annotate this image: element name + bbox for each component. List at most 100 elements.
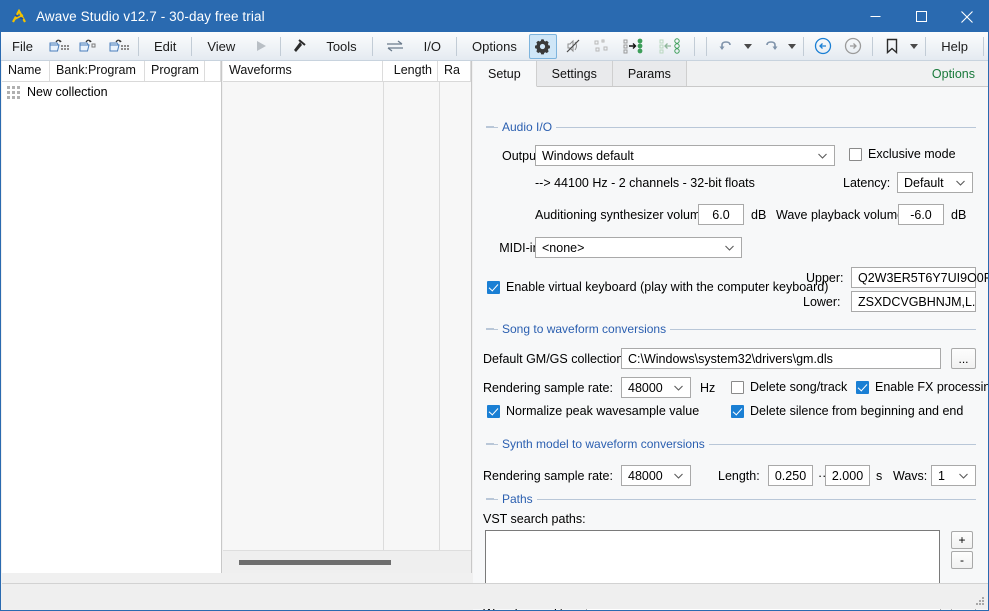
song-render-rate-value: 48000 <box>628 380 663 395</box>
wavs-select[interactable]: 1 <box>931 465 976 486</box>
column-divider <box>383 82 384 550</box>
redo-dropdown-caret-icon[interactable] <box>785 32 799 61</box>
add-vst-path-button[interactable]: + <box>951 531 973 549</box>
new-collection-icon[interactable] <box>74 32 104 61</box>
latency-value: Default <box>904 175 944 190</box>
play-icon[interactable] <box>246 32 276 61</box>
remove-vst-path-button[interactable]: - <box>951 551 973 569</box>
delete-song-track-label: Delete song/track <box>750 380 848 394</box>
open-collection-icon[interactable] <box>44 32 74 61</box>
menu-toolbar: File Edit View Tools I/O Options Help <box>1 32 988 61</box>
tree-item-label: New collection <box>27 85 108 99</box>
length-to-input[interactable]: 2.000 <box>825 465 870 486</box>
default-gmgs-label: Default GM/GS collection: <box>483 352 627 366</box>
lower-row-label: Lower: <box>803 295 841 309</box>
latency-select[interactable]: Default <box>897 172 973 193</box>
chevron-down-icon <box>818 153 827 159</box>
tab-params[interactable]: Params <box>612 61 687 86</box>
delete-silence-checkbox[interactable]: Delete silence from beginning and end <box>731 404 963 418</box>
undo-icon[interactable] <box>711 32 741 61</box>
close-button[interactable] <box>944 1 988 32</box>
horizontal-scrollbar[interactable] <box>223 550 471 573</box>
tab-setup[interactable]: Setup <box>473 61 537 87</box>
menu-tools[interactable]: Tools <box>315 32 367 61</box>
column-header-name[interactable]: Name <box>2 61 50 81</box>
midi-in-select[interactable]: <none> <box>535 237 742 258</box>
menu-io[interactable]: I/O <box>413 32 452 61</box>
select-sparse-icon[interactable] <box>588 32 618 61</box>
menu-file[interactable]: File <box>1 32 44 61</box>
waveform-list-body[interactable] <box>223 82 471 550</box>
exclusive-mode-checkbox[interactable]: Exclusive mode <box>849 147 956 161</box>
column-header-program[interactable]: Program <box>145 61 205 81</box>
group-dash <box>486 443 494 444</box>
toolbar-separator <box>693 36 695 56</box>
chevron-down-icon <box>725 245 734 251</box>
wave-playback-volume-unit: dB <box>951 208 967 222</box>
column-header-length[interactable]: Length <box>383 61 438 81</box>
redo-icon[interactable] <box>755 32 785 61</box>
synth-render-rate-label: Rendering sample rate: <box>483 469 613 483</box>
song-render-rate-label: Rendering sample rate: <box>483 381 613 395</box>
options-link[interactable]: Options <box>932 61 988 86</box>
wave-playback-volume-input[interactable]: -6.0 <box>898 204 944 225</box>
gear-icon[interactable] <box>528 33 557 59</box>
upper-row-input[interactable]: Q2W3ER5T6Y7UI9O0P <box>851 267 988 288</box>
chevron-down-icon <box>674 473 683 479</box>
auditioning-volume-label: Auditioning synthesizer volume: <box>535 208 711 222</box>
mute-icon[interactable] <box>558 32 588 61</box>
back-icon[interactable] <box>808 32 838 61</box>
synth-render-rate-value: 48000 <box>628 468 663 483</box>
toolbar-separator <box>137 36 139 56</box>
menu-view[interactable]: View <box>196 32 246 61</box>
synth-render-rate-select[interactable]: 48000 <box>621 465 691 486</box>
default-gmgs-browse-button[interactable]: ... <box>951 348 976 369</box>
virtual-keyboard-checkbox[interactable]: Enable virtual keyboard (play with the c… <box>487 280 828 294</box>
toolbar-separator <box>872 36 874 56</box>
bookmark-dropdown-caret-icon[interactable] <box>907 32 921 61</box>
io-arrows-icon[interactable] <box>377 32 413 61</box>
bookmark-icon[interactable] <box>877 32 907 61</box>
menu-edit[interactable]: Edit <box>143 32 187 61</box>
audio-output-select[interactable]: Windows default <box>535 145 835 166</box>
tab-settings[interactable]: Settings <box>536 61 613 86</box>
maximize-button[interactable] <box>898 1 944 32</box>
length-label: Length: <box>718 469 760 483</box>
forward-icon[interactable] <box>838 32 868 61</box>
vst-search-paths-list[interactable] <box>485 530 940 585</box>
column-header-bank-program[interactable]: Bank:Program <box>50 61 145 81</box>
default-gmgs-input[interactable]: C:\Windows\system32\drivers\gm.dls <box>621 348 941 369</box>
column-header-rate[interactable]: Ra <box>438 61 471 81</box>
checkbox-box <box>731 380 744 394</box>
resize-grip-icon[interactable] <box>973 594 985 606</box>
length-from-input[interactable]: 0.250 <box>768 465 813 486</box>
minimize-button[interactable] <box>852 1 898 32</box>
collection-grid-icon <box>7 85 21 99</box>
song-render-rate-select[interactable]: 48000 <box>621 377 691 398</box>
toolbar-separator <box>280 36 282 56</box>
delete-song-track-checkbox[interactable]: Delete song/track <box>731 380 847 394</box>
select-move-icon[interactable] <box>618 32 654 61</box>
scrollbar-thumb[interactable] <box>239 559 391 565</box>
save-collection-icon[interactable] <box>104 32 134 61</box>
options-panel: Setup Settings Params Options Audio I/O … <box>473 61 988 610</box>
lower-row-input[interactable]: ZSXDCVGBHNJM,L. <box>851 291 976 312</box>
application-window: Awave Studio v12.7 - 30-day free trial F… <box>0 0 989 611</box>
audio-output-value: Windows default <box>542 148 634 163</box>
chevron-down-icon <box>956 180 965 186</box>
column-header-waveforms[interactable]: Waveforms <box>223 61 383 81</box>
vst-search-paths-label: VST search paths: <box>483 512 586 526</box>
menu-help[interactable]: Help <box>930 32 979 61</box>
menu-options[interactable]: Options <box>461 32 528 61</box>
tree-item-new-collection[interactable]: New collection <box>2 82 221 102</box>
enable-fx-checkbox[interactable]: Enable FX processing <box>856 380 988 394</box>
hammer-icon[interactable] <box>285 32 315 61</box>
output-label: Output: <box>502 149 543 163</box>
select-swap-icon[interactable] <box>654 32 690 61</box>
toolbar-separator <box>371 36 373 56</box>
group-title-audio-io: Audio I/O <box>498 120 557 134</box>
normalize-peak-checkbox[interactable]: Normalize peak wavesample value <box>487 404 699 418</box>
length-unit: s <box>876 469 883 483</box>
auditioning-volume-input[interactable]: 6.0 <box>698 204 744 225</box>
undo-dropdown-caret-icon[interactable] <box>741 32 755 61</box>
